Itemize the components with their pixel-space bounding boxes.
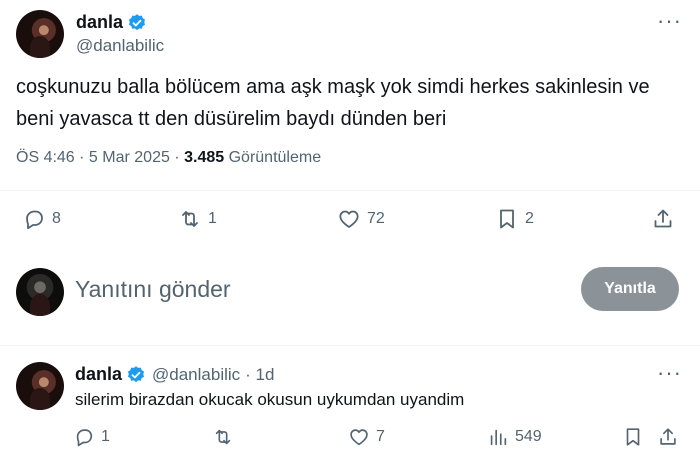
retweet-icon [182,211,198,227]
retweet-action[interactable]: 1 [178,207,217,231]
reply-author-name[interactable]: danla [75,364,122,385]
reply-header: danla @danlabilic · 1d [75,364,274,385]
author-handle[interactable]: @danlabilic [76,36,164,56]
reply-action[interactable]: 8 [22,207,61,231]
reply-reply-action[interactable]: 1 [73,426,110,448]
view-count: 3.485 [184,149,225,166]
reply-button[interactable]: Yanıtla [581,267,679,311]
reply-age[interactable]: · 1d [245,365,274,385]
share-icon [660,428,676,445]
like-action[interactable]: 72 [337,207,385,231]
retweet-count: 1 [208,210,217,227]
tweet-text-line-1: coşkunuzu balla bölücem ama aşk maşk yok… [16,76,650,98]
reply-count: 8 [52,210,61,227]
reply-views-action[interactable]: 549 [487,426,542,448]
author-avatar[interactable] [16,10,64,58]
tweet-text: coşkunuzu balla bölücem ama aşk maşk yok… [16,71,688,135]
reply-like-action[interactable]: 7 [348,426,385,448]
heart-icon [350,429,368,446]
share-action[interactable] [651,207,675,231]
bookmark-action[interactable]: 2 [495,207,534,231]
reply-like-count: 7 [376,428,385,445]
composer-avatar [16,268,64,316]
bookmark-icon [500,209,514,229]
author-name-row: danla [76,12,147,33]
divider [0,345,700,346]
bookmark-count: 2 [525,210,534,227]
heart-icon [339,210,359,228]
verified-badge-icon [129,13,146,30]
verified-badge-icon [128,365,145,382]
bookmark-icon [626,428,640,446]
view-label: Görüntüleme [228,149,322,166]
author-name[interactable]: danla [76,12,123,33]
tweet-meta: ÖS 4:46 · 5 Mar 2025 · 3.485 Görüntüleme [16,149,321,167]
reply-input[interactable]: Yanıtını gönder [75,276,231,303]
reply-icon [76,429,93,447]
retweet-icon [215,429,231,445]
reply-bookmark-action[interactable] [622,426,644,448]
tweet-text-line-2: beni yavasca tt den düsürelim baydı dünd… [16,108,447,130]
reply-more-options-icon[interactable]: ··· [657,360,682,386]
reply-share-action[interactable] [657,426,679,448]
reply-retweet-action[interactable] [212,426,240,448]
share-icon [654,209,672,228]
reply-text: silerim birazdan okucak okusun uykumdan … [75,390,465,409]
more-options-icon[interactable]: ··· [657,8,682,34]
reply-author-avatar[interactable] [16,362,64,410]
like-count: 72 [367,210,385,227]
divider [0,190,700,191]
reply-icon [26,210,43,230]
reply-author-handle[interactable]: @danlabilic [152,365,240,385]
tweet-timestamp[interactable]: ÖS 4:46 · 5 Mar 2025 · [16,149,180,166]
reply-view-count: 549 [515,428,542,445]
reply-reply-count: 1 [101,428,110,445]
views-chart-icon [490,429,507,446]
